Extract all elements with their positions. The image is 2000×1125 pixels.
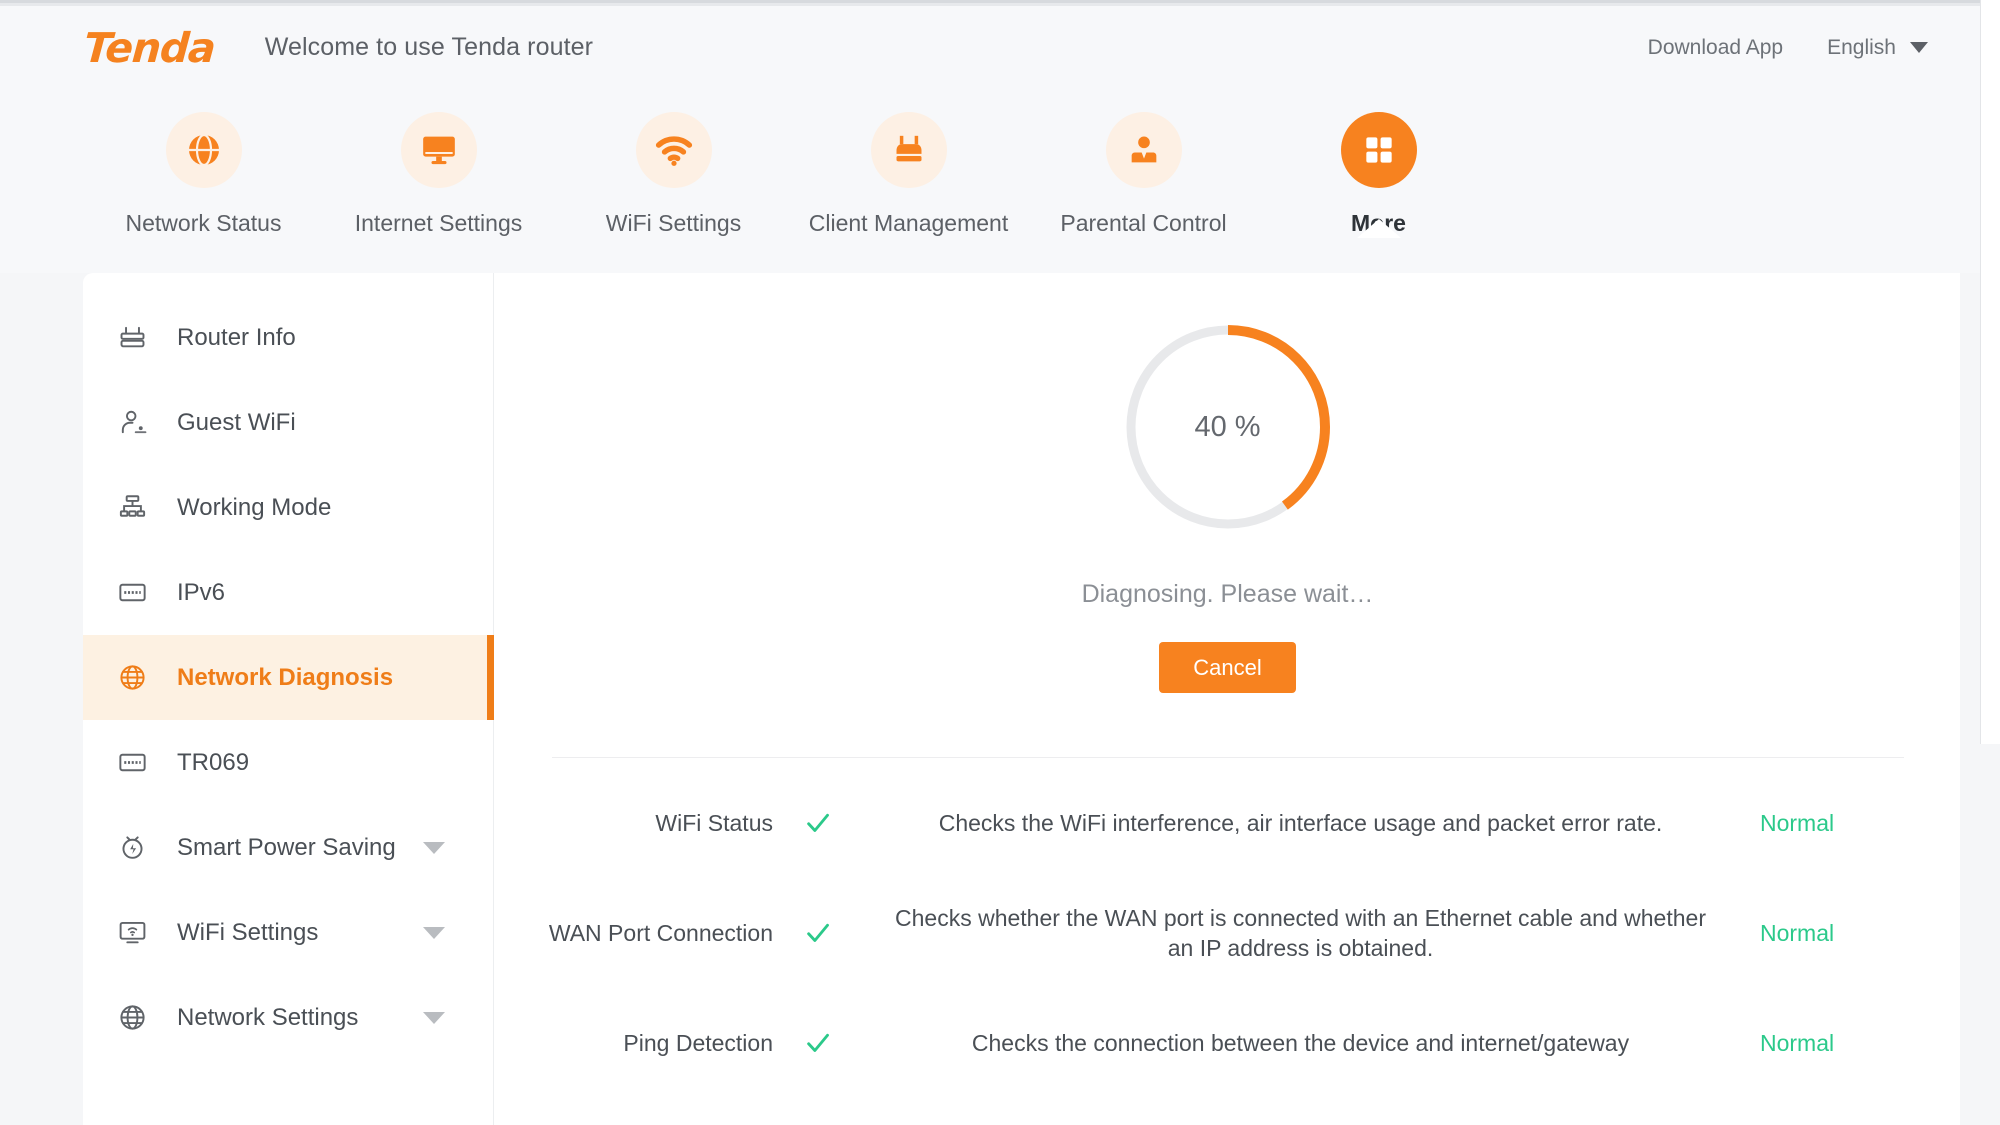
globe-icon bbox=[166, 112, 242, 188]
check-icon bbox=[795, 1028, 841, 1058]
power-clock-icon bbox=[116, 831, 149, 864]
result-name: Ping Detection bbox=[495, 1030, 795, 1057]
sidebar-item-label: Smart Power Saving bbox=[177, 834, 396, 862]
ipv6-card-icon bbox=[116, 576, 149, 609]
chevron-down-icon[interactable] bbox=[423, 927, 445, 939]
check-icon bbox=[795, 918, 841, 948]
sidebar-item-wifi-settings[interactable]: WiFi Settings bbox=[83, 890, 493, 975]
result-description: Checks the connection between the device… bbox=[841, 1028, 1760, 1058]
sidebar-item-label: Guest WiFi bbox=[177, 409, 296, 437]
nav-item-parental-control[interactable]: Parental Control bbox=[1026, 89, 1261, 237]
sidebar-item-smart-power-saving[interactable]: Smart Power Saving bbox=[83, 805, 493, 890]
download-app-link[interactable]: Download App bbox=[1648, 36, 1783, 60]
sidebar-item-guest-wifi[interactable]: Guest WiFi bbox=[83, 380, 493, 465]
sidebar-item-tr069[interactable]: TR069 bbox=[83, 720, 493, 805]
language-selector[interactable]: English bbox=[1827, 36, 1928, 60]
network-diagnosis-panel: 40 % Diagnosing. Please wait… Cancel WiF… bbox=[495, 273, 1960, 1125]
sidebar-item-ipv6[interactable]: IPv6 bbox=[83, 550, 493, 635]
sidebar-item-router-info[interactable]: Router Info bbox=[83, 295, 493, 380]
router-icon bbox=[116, 321, 149, 354]
sidebar-item-network-settings[interactable]: Network Settings bbox=[83, 975, 493, 1060]
nav-item-internet-settings[interactable]: Internet Settings bbox=[321, 89, 556, 237]
sidebar-item-working-mode[interactable]: Working Mode bbox=[83, 465, 493, 550]
nav-item-more[interactable]: More bbox=[1261, 89, 1496, 237]
cancel-button[interactable]: Cancel bbox=[1159, 642, 1296, 693]
diagnosis-status-text: Diagnosing. Please wait… bbox=[495, 580, 1960, 609]
progress-percent-label: 40 % bbox=[1118, 317, 1338, 537]
check-icon bbox=[795, 808, 841, 838]
nav-item-label: Network Status bbox=[126, 210, 282, 237]
grid-icon bbox=[1341, 112, 1417, 188]
chevron-down-icon bbox=[1910, 42, 1928, 53]
monitor-icon bbox=[401, 112, 477, 188]
globe-icon bbox=[116, 1001, 149, 1034]
result-description: Checks the WiFi interference, air interf… bbox=[841, 808, 1760, 838]
sidebar-item-label: IPv6 bbox=[177, 579, 225, 607]
result-name: WiFi Status bbox=[495, 810, 795, 837]
progress-ring: 40 % bbox=[1118, 317, 1338, 537]
tenda-logo: Tenda bbox=[82, 24, 216, 72]
welcome-text: Welcome to use Tenda router bbox=[265, 33, 593, 62]
sidebar-item-label: WiFi Settings bbox=[177, 919, 318, 947]
sidebar-item-label: Network Diagnosis bbox=[177, 664, 393, 692]
sidebar-item-label: Network Settings bbox=[177, 1004, 358, 1032]
content-card: Router Info Guest WiFi Working Mode IPv6… bbox=[83, 273, 1960, 1125]
person-icon bbox=[1106, 112, 1182, 188]
result-name: WAN Port Connection bbox=[495, 920, 795, 947]
page-right-gutter bbox=[1980, 0, 2000, 744]
sidebar-item-label: TR069 bbox=[177, 749, 249, 777]
diagnosis-actions: Cancel bbox=[495, 642, 1960, 693]
network-tree-icon bbox=[116, 491, 149, 524]
language-label: English bbox=[1827, 36, 1896, 60]
result-status-badge: Normal bbox=[1760, 810, 1960, 837]
card-icon bbox=[116, 746, 149, 779]
nav-item-network-status[interactable]: Network Status bbox=[86, 89, 321, 237]
router-device-icon bbox=[871, 112, 947, 188]
wifi-icon bbox=[636, 112, 712, 188]
diagnosis-result-row: WiFi Status Checks the WiFi interference,… bbox=[495, 768, 1960, 878]
header-actions: Download App English bbox=[1648, 36, 1928, 60]
nav-item-label: WiFi Settings bbox=[606, 210, 741, 237]
result-status-badge: Normal bbox=[1760, 1030, 1960, 1057]
router-admin-page: Tenda Welcome to use Tenda router Downlo… bbox=[0, 0, 2000, 1125]
sidebar-item-label: Router Info bbox=[177, 324, 296, 352]
nav-item-label: Internet Settings bbox=[355, 210, 523, 237]
section-divider bbox=[552, 757, 1904, 758]
result-status-badge: Normal bbox=[1760, 920, 1960, 947]
sidebar-item-network-diagnosis[interactable]: Network Diagnosis bbox=[83, 635, 493, 720]
globe-icon bbox=[116, 661, 149, 694]
browser-chrome-line bbox=[0, 0, 1980, 3]
active-tab-notch bbox=[1357, 219, 1401, 238]
nav-item-client-management[interactable]: Client Management bbox=[791, 89, 1026, 237]
page-header: Tenda Welcome to use Tenda router Downlo… bbox=[0, 6, 1980, 89]
nav-item-label: Client Management bbox=[809, 210, 1008, 237]
main-navigation: Network Status Internet Settings WiFi Set… bbox=[0, 89, 1980, 273]
result-description: Checks whether the WAN port is connected… bbox=[841, 903, 1760, 964]
sidebar-item-label: Working Mode bbox=[177, 494, 331, 522]
chevron-down-icon[interactable] bbox=[423, 842, 445, 854]
nav-item-wifi-settings[interactable]: WiFi Settings bbox=[556, 89, 791, 237]
sidebar-menu: Router Info Guest WiFi Working Mode IPv6… bbox=[83, 273, 494, 1125]
diagnosis-result-row: WAN Port Connection Checks whether the WA… bbox=[495, 878, 1960, 988]
diagnosis-results-list: WiFi Status Checks the WiFi interference,… bbox=[495, 768, 1960, 1098]
chevron-down-icon[interactable] bbox=[423, 1012, 445, 1024]
guest-user-icon bbox=[116, 406, 149, 439]
wifi-monitor-icon bbox=[116, 916, 149, 949]
nav-item-label: Parental Control bbox=[1060, 210, 1226, 237]
diagnosis-result-row: Ping Detection Checks the connection betw… bbox=[495, 988, 1960, 1098]
